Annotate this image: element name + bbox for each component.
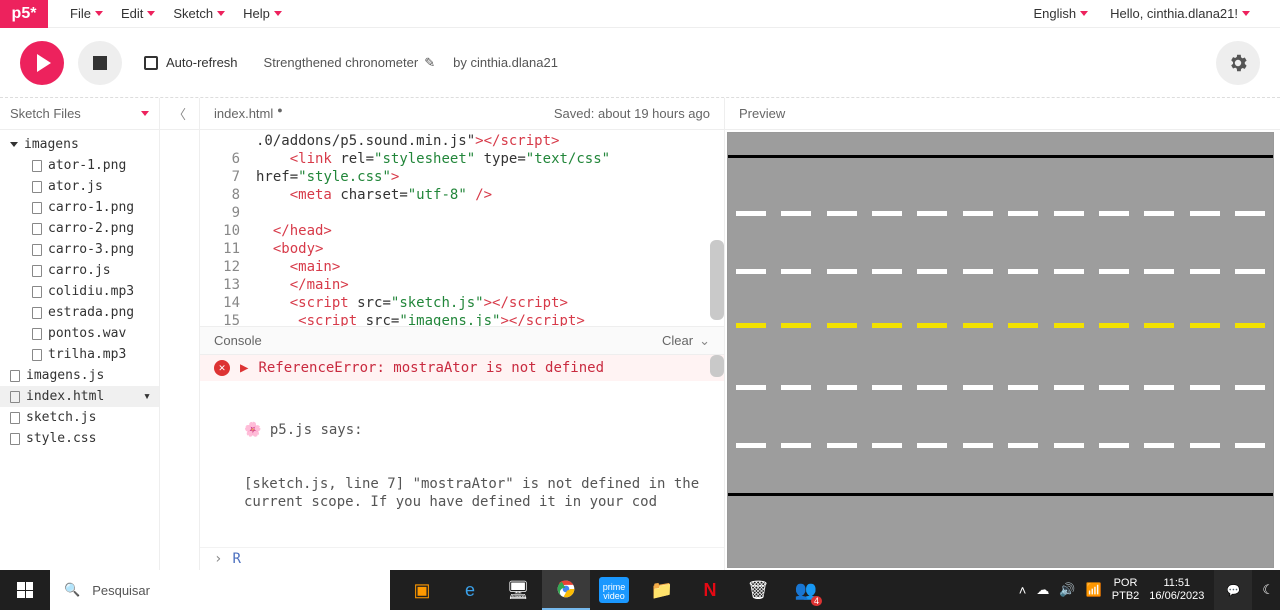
file-item[interactable]: imagens.js [0, 365, 159, 386]
auto-refresh-label: Auto-refresh [166, 55, 238, 70]
console-scrollbar[interactable] [710, 355, 724, 377]
taskbar-app-netflix[interactable]: N [686, 570, 734, 610]
chevron-down-icon [217, 11, 225, 16]
chevron-down-icon[interactable]: ⌄ [699, 333, 710, 349]
sidebar-header: Sketch Files [0, 98, 159, 130]
pencil-icon[interactable]: ✎ [424, 55, 435, 71]
settings-button[interactable] [1216, 41, 1260, 85]
chevron-down-icon [95, 11, 103, 16]
file-item[interactable]: ator-1.png [0, 155, 159, 176]
file-item[interactable]: carro-2.png [0, 218, 159, 239]
file-item[interactable]: style.css [0, 428, 159, 449]
auto-refresh-checkbox[interactable] [144, 56, 158, 70]
error-message: ReferenceError: mostraAtor is not define… [258, 359, 604, 377]
menu-file[interactable]: File [70, 6, 103, 21]
chevron-down-icon [274, 11, 282, 16]
file-item[interactable]: carro-1.png [0, 197, 159, 218]
code-editor[interactable]: .0/addons/p5.sound.min.js"></script> <li… [250, 130, 724, 326]
menu-edit[interactable]: Edit [121, 6, 155, 21]
tray-volume-icon[interactable]: 🔊 [1059, 582, 1075, 598]
prompt-chevron-icon: › [214, 550, 222, 568]
preview-canvas [727, 132, 1274, 568]
stop-button[interactable] [78, 41, 122, 85]
play-icon [37, 54, 51, 72]
file-item[interactable]: estrada.png [0, 302, 159, 323]
taskbar-app-media[interactable]: ▣ [398, 570, 446, 610]
tray-cloud-icon[interactable]: ☁ [1036, 582, 1049, 598]
menu-help[interactable]: Help [243, 6, 282, 21]
file-item[interactable]: trilha.mp3 [0, 344, 159, 365]
file-item[interactable]: sketch.js [0, 407, 159, 428]
tray-weather-icon[interactable]: ☾ [1262, 582, 1274, 598]
file-item[interactable]: pontos.wav [0, 323, 159, 344]
taskbar-search[interactable]: 🔍 Pesquisar [50, 570, 390, 610]
collapse-sidebar-button[interactable]: 〈 [160, 98, 199, 130]
console-input[interactable]: R [232, 550, 240, 568]
tray-notifications[interactable]: 💬 [1214, 570, 1252, 610]
gear-icon [1227, 52, 1249, 74]
taskbar-app-generic[interactable]: 🗑 [734, 570, 782, 610]
tray-clock[interactable]: 11:5116/06/2023 [1149, 577, 1204, 603]
error-play-icon: ▶ [240, 359, 248, 377]
search-icon: 🔍 [64, 582, 80, 598]
taskbar-app-prime[interactable]: primevideo [599, 577, 629, 603]
folder-imagens[interactable]: imagens [0, 134, 159, 155]
chrome-icon [556, 579, 576, 599]
file-item[interactable]: carro.js [0, 260, 159, 281]
tray-wifi-icon[interactable]: 📶 [1086, 582, 1102, 598]
p5-logo[interactable]: p5* [0, 0, 48, 28]
taskbar-app-teams[interactable]: 👥4 [782, 570, 830, 610]
windows-start-button[interactable] [0, 570, 50, 610]
taskbar-app-explorer[interactable]: 📁 [638, 570, 686, 610]
editor-scrollbar[interactable] [710, 240, 724, 320]
taskbar-app-snip[interactable]: 🖥 [494, 570, 542, 610]
play-button[interactable] [20, 41, 64, 85]
file-item[interactable]: ator.js [0, 176, 159, 197]
save-status: Saved: about 19 hours ago [554, 106, 710, 121]
file-item[interactable]: colidiu.mp3 [0, 281, 159, 302]
error-icon: ✕ [214, 360, 230, 376]
clear-console-button[interactable]: Clear [662, 333, 693, 348]
windows-icon [17, 582, 33, 598]
tray-chevron-icon[interactable]: ˄ [1019, 583, 1027, 598]
console-title: Console [214, 333, 262, 348]
file-item[interactable]: index.html [0, 386, 159, 407]
file-item[interactable]: carro-3.png [0, 239, 159, 260]
author-link[interactable]: cinthia.dlana21 [470, 55, 557, 70]
current-file-tab[interactable]: index.html● [214, 106, 283, 121]
chevron-down-icon [1080, 11, 1088, 16]
chevron-down-icon [1242, 11, 1250, 16]
tray-language[interactable]: PORPTB2 [1112, 577, 1140, 603]
chevron-down-icon[interactable] [141, 111, 149, 116]
line-gutter: 678910111213141516171819 [200, 130, 250, 326]
sketch-name: Strengthened chronometer [264, 55, 419, 70]
menu-sketch[interactable]: Sketch [173, 6, 225, 21]
stop-icon [93, 56, 107, 70]
taskbar-app-chrome[interactable] [542, 570, 590, 610]
taskbar-app-ie[interactable]: e [446, 570, 494, 610]
preview-title: Preview [739, 106, 785, 121]
chevron-down-icon [147, 11, 155, 16]
friendly-error: 🌸 p5.js says: [sketch.js, line 7] "mostr… [200, 381, 724, 547]
user-menu[interactable]: Hello, cinthia.dlana21! [1110, 6, 1250, 21]
language-selector[interactable]: English [1033, 6, 1088, 21]
